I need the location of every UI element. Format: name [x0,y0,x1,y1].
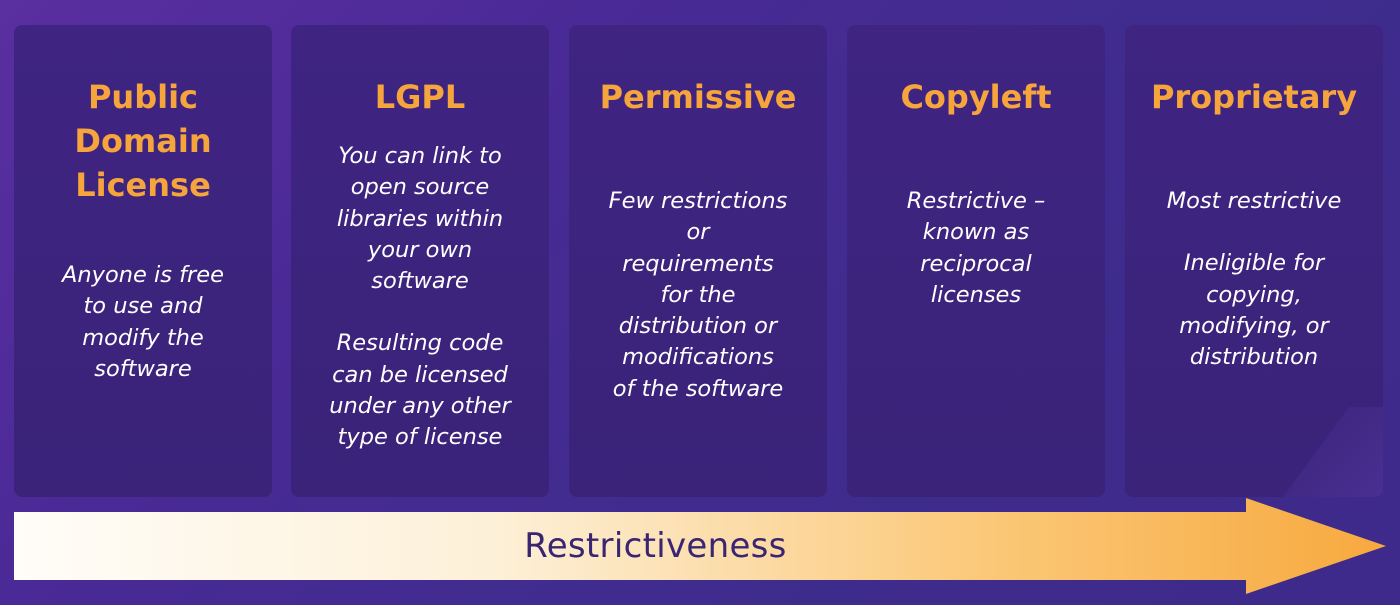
description-line: distribution [1189,344,1319,371]
panel-lgpl: LGPL You can link to open source librari… [291,25,549,497]
description-line: open source [350,174,490,201]
panel-copyleft: Copyleft Restrictive – known as reciproc… [847,25,1105,497]
panel-description: Most restrictive [1125,186,1383,217]
description-line: or [686,219,710,246]
description-line: software [94,355,192,382]
panel-description: Ineligible for copying, modifying, or di… [1125,248,1383,373]
panel-title: Proprietary [1125,75,1383,119]
panel-title: Public Domain License [14,75,272,207]
panel-title-line: Proprietary [1150,78,1358,116]
description-line: for the [660,281,736,308]
panel-description: Few restrictions or requirements for the… [569,186,827,405]
panel-title-line: Public [87,78,199,116]
description-line: Most restrictive [1166,188,1342,214]
panel-title: LGPL [291,75,549,119]
description-line: of the software [612,375,784,402]
description-line: libraries within [336,205,504,232]
description-line: can be licensed [332,361,508,388]
description-line: Restrictive – [906,188,1046,214]
description-line: modify the [82,324,204,351]
panel-title-line: Domain [74,122,212,160]
panel-description: Anyone is free to use and modify the sof… [14,260,272,385]
restrictiveness-arrow: Restrictiveness [14,498,1386,594]
description-line: distribution or [618,313,778,340]
panel-proprietary: Proprietary Most restrictive Ineligible … [1125,25,1383,497]
description-line: your own [367,236,473,263]
panel-title: Copyleft [847,75,1105,119]
panel-public-domain: Public Domain License Anyone is free to … [14,25,272,497]
decorative-shape [1283,407,1383,497]
description-line: You can link to [338,143,502,169]
panel-title-line: License [75,166,211,204]
description-line: requirements [622,250,774,277]
description-line: copying, [1206,281,1302,308]
description-line: to use and [83,293,203,320]
panel-permissive: Permissive Few restrictions or requireme… [569,25,827,497]
panel-title-line: Copyleft [900,78,1052,116]
panel-title-line: Permissive [599,78,797,116]
description-line: modifications [622,344,774,371]
description-line: modifying, or [1179,312,1329,339]
description-line: Resulting code [336,330,504,357]
description-line: Few restrictions [608,188,788,214]
description-line: licenses [930,281,1022,308]
panel-title-line: LGPL [374,78,466,116]
panel-description: Resulting code can be licensed under any… [291,328,549,453]
description-line: reciprocal [920,250,1032,277]
description-line: known as [922,219,1030,246]
panel-title: Permissive [569,75,827,119]
description-line: software [371,268,469,295]
description-line: type of license [337,424,503,451]
description-line: under any other [329,393,511,420]
panel-description: Restrictive – known as reciprocal licens… [847,186,1105,311]
description-line: Ineligible for [1183,250,1325,277]
description-line: Anyone is free [62,262,224,288]
arrow-label: Restrictiveness [524,526,787,566]
panel-description: You can link to open source libraries wi… [291,141,549,297]
